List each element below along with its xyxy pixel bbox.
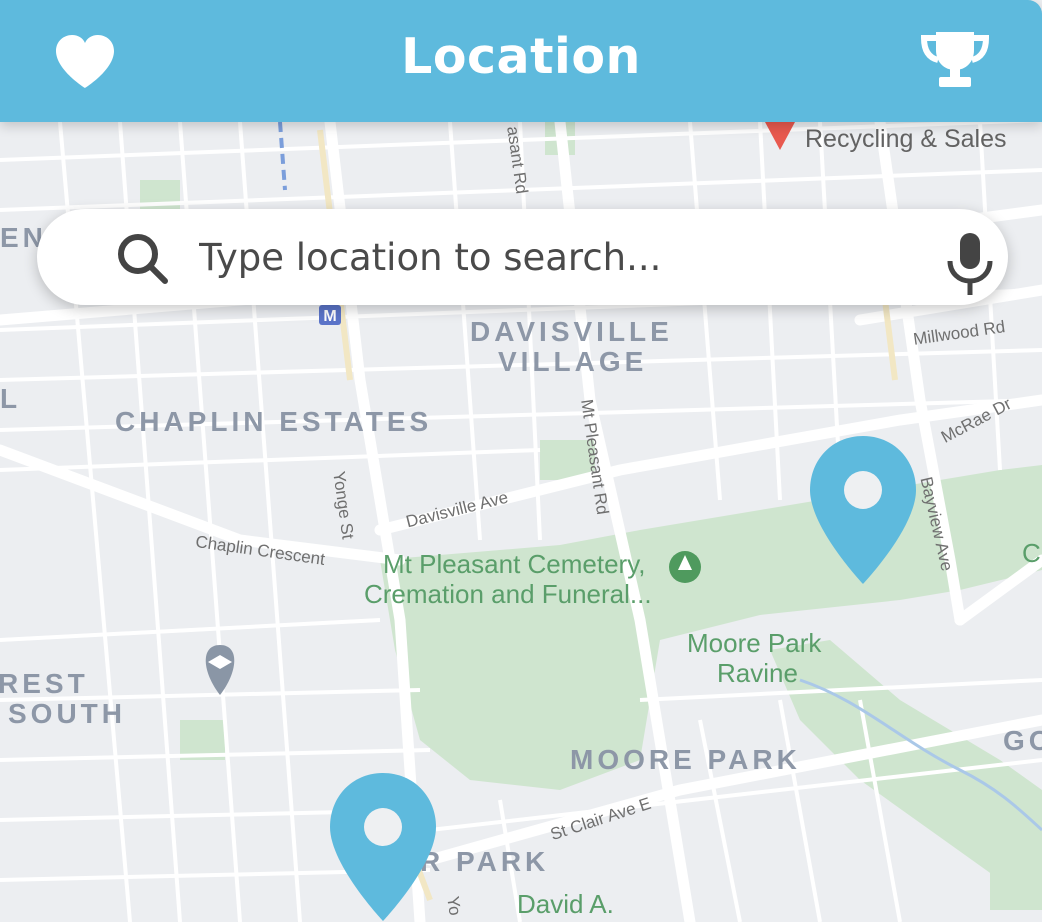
street-yonge-bottom: Yo (443, 895, 465, 917)
svg-text:M: M (323, 308, 336, 325)
trophy-icon (920, 32, 990, 87)
microphone-icon (947, 233, 993, 295)
label-go: GO (1003, 725, 1042, 756)
location-pin-icon[interactable] (330, 773, 436, 921)
label-moore-park: MOORE PARK (570, 744, 801, 775)
label-village: VILLAGE (498, 346, 648, 377)
location-pin-icon[interactable] (810, 436, 916, 584)
search-icon (118, 234, 168, 284)
cemetery-marker-icon[interactable] (669, 551, 701, 583)
voice-search-button[interactable] (942, 231, 998, 302)
location-screen: M DAVISVILLE VILLAGE CHAPLIN ESTATES MOO… (0, 0, 1042, 922)
metro-station-icon[interactable]: M (319, 305, 341, 325)
app-header: Location (0, 0, 1042, 122)
label-davisville: DAVISVILLE (470, 316, 673, 347)
achievements-button[interactable] (920, 30, 990, 95)
label-chaplin-estates: CHAPLIN ESTATES (115, 406, 433, 437)
place-cemetery-line1[interactable]: Mt Pleasant Cemetery, (383, 549, 646, 580)
label-c: C (1022, 538, 1041, 568)
label-rest: REST (0, 668, 89, 699)
place-cemetery-line2[interactable]: Cremation and Funeral... (364, 579, 652, 610)
label-south: SOUTH (8, 698, 126, 729)
place-ravine-line1[interactable]: Moore Park (687, 628, 821, 659)
place-ravine-line2[interactable]: Ravine (717, 658, 798, 689)
search-bar (37, 209, 1008, 305)
place-recycling[interactable]: Recycling & Sales (805, 125, 1006, 154)
map-view[interactable]: M DAVISVILLE VILLAGE CHAPLIN ESTATES MOO… (0, 0, 1042, 922)
label-r-park: R PARK (420, 846, 550, 877)
label-l: L (0, 383, 22, 414)
search-input[interactable] (199, 231, 899, 283)
place-david[interactable]: David A. (517, 889, 614, 920)
page-title: Location (401, 28, 641, 85)
